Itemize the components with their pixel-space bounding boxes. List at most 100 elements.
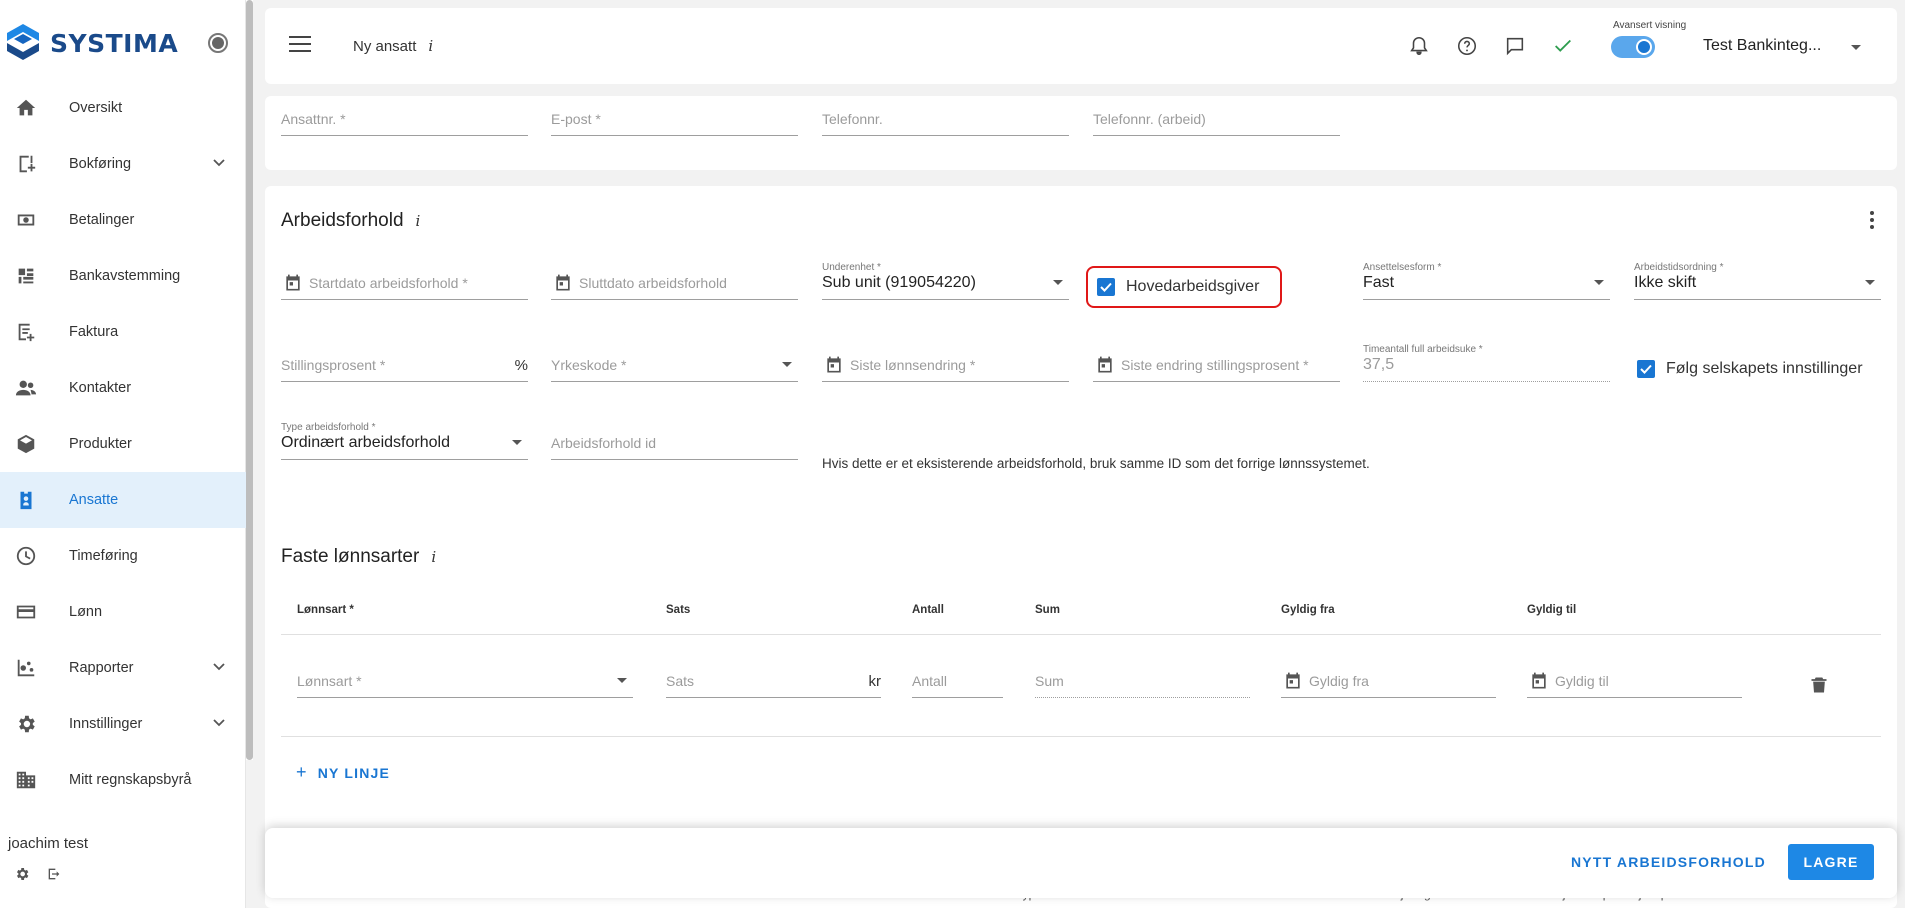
field-placeholder: Sats: [666, 673, 695, 689]
employment-form-select[interactable]: Ansettelsesform * Fast: [1363, 262, 1610, 300]
employee-badge-icon: [14, 488, 38, 512]
field-placeholder: Gyldig til: [1555, 673, 1609, 689]
sidebar-item-rapporter[interactable]: Rapporter: [0, 640, 246, 696]
field-label: Type arbeidsforhold *: [281, 422, 376, 433]
end-date-field[interactable]: Sluttdato arbeidsforhold: [551, 266, 798, 300]
valid-to-field[interactable]: Gyldig til: [1527, 664, 1742, 698]
field-value: Sub unit (919054220): [822, 274, 976, 291]
sidebar-item-lonn[interactable]: Lønn: [0, 584, 246, 640]
office-building-icon: [14, 768, 38, 792]
gear-icon[interactable]: [14, 866, 30, 882]
help-icon[interactable]: [1455, 34, 1479, 58]
sidebar-item-oversikt[interactable]: Oversikt: [0, 80, 246, 136]
sidebar-item-label: Innstillinger: [69, 716, 143, 732]
sidebar-item-innstillinger[interactable]: Innstillinger: [0, 696, 246, 752]
work-time-arrangement-select[interactable]: Arbeidstidsordning * Ikke skift: [1634, 262, 1881, 300]
employee-number-field[interactable]: Ansattnr. *: [281, 102, 528, 136]
new-employment-button[interactable]: NYTT ARBEIDSFORHOLD: [1571, 854, 1766, 870]
sidebar-item-label: Rapporter: [69, 660, 134, 676]
caret-down-icon: [617, 678, 627, 683]
advanced-view-label: Avansert visning: [1613, 20, 1687, 31]
section-title-text: Arbeidsforhold: [281, 210, 404, 231]
column-header-valid-to: Gyldig til: [1527, 604, 1577, 616]
employment-type-select[interactable]: Type arbeidsforhold * Ordinært arbeidsfo…: [281, 422, 528, 460]
sidebar-item-mitt-regnskapsbyra[interactable]: Mitt regnskapsbyrå: [0, 752, 246, 808]
sidebar-item-kontakter[interactable]: Kontakter: [0, 360, 246, 416]
info-icon[interactable]: i: [428, 37, 433, 55]
save-button[interactable]: LAGRE: [1788, 844, 1874, 880]
sidebar-item-label: Kontakter: [69, 380, 132, 396]
sidebar-item-label: Timeføring: [69, 548, 138, 564]
chevron-down-icon: [213, 663, 225, 671]
add-line-button[interactable]: + NY LINJE: [296, 762, 390, 783]
field-placeholder: Sum: [1035, 673, 1064, 689]
checkmark-icon[interactable]: [1551, 34, 1575, 58]
quantity-field[interactable]: Antall: [912, 664, 1003, 698]
chat-icon[interactable]: [1503, 34, 1527, 58]
top-bar: Ny ansatt i Avansert visning Test Bankint…: [265, 8, 1897, 84]
position-percent-field[interactable]: Stillingsprosent * %: [281, 348, 528, 382]
company-selector[interactable]: Test Bankinteg...: [1703, 37, 1821, 55]
field-placeholder: Gyldig fra: [1309, 673, 1369, 689]
email-field[interactable]: E-post *: [551, 102, 798, 136]
sidebar-item-bokforing[interactable]: Bokføring: [0, 136, 246, 192]
field-placeholder: Siste endring stillingsprosent *: [1121, 357, 1309, 373]
occupation-code-select[interactable]: Yrkeskode *: [551, 348, 798, 382]
card-icon: [14, 600, 38, 624]
field-value: 37,5: [1363, 356, 1395, 373]
sidebar-item-label: Bokføring: [69, 156, 132, 172]
caret-down-icon: [512, 440, 522, 445]
field-placeholder: Stillingsprosent *: [281, 357, 386, 373]
last-position-change-field[interactable]: Siste endring stillingsprosent *: [1093, 348, 1340, 382]
info-icon[interactable]: i: [431, 548, 436, 566]
field-placeholder: Lønnsart *: [297, 673, 362, 689]
bank-reconcile-icon: [14, 264, 38, 288]
employment-card: Arbeidsforhold i Startdato arbeidsforhold…: [265, 186, 1897, 908]
currency-suffix: kr: [868, 673, 882, 690]
products-icon: [14, 432, 38, 456]
table-divider: [281, 634, 1881, 635]
status-indicator-icon[interactable]: [208, 33, 228, 53]
main-employer-checkbox[interactable]: [1097, 278, 1115, 296]
user-name: joachim test: [8, 835, 89, 852]
last-salary-change-field[interactable]: Siste lønnsendring *: [822, 348, 1069, 382]
sidebar-item-produkter[interactable]: Produkter: [0, 416, 246, 472]
rate-field[interactable]: Sats kr: [666, 664, 881, 698]
wage-type-select[interactable]: Lønnsart *: [297, 664, 633, 698]
section-title-text: Faste lønnsarter: [281, 546, 420, 567]
plus-icon: +: [296, 762, 308, 782]
field-label: Underenhet *: [822, 262, 881, 273]
sidebar-item-faktura[interactable]: Faktura: [0, 304, 246, 360]
column-header-quantity: Antall: [912, 604, 944, 616]
sidebar-item-ansatte[interactable]: Ansatte: [0, 472, 246, 528]
field-value: Ordinært arbeidsforhold: [281, 434, 450, 451]
sidebar-item-label: Bankavstemming: [69, 268, 181, 284]
sidebar-item-bankavstemming[interactable]: Bankavstemming: [0, 248, 246, 304]
valid-from-field[interactable]: Gyldig fra: [1281, 664, 1496, 698]
phone-field[interactable]: Telefonnr.: [822, 102, 1069, 136]
chevron-down-icon: [213, 719, 225, 727]
start-date-field[interactable]: Startdato arbeidsforhold *: [281, 266, 528, 300]
menu-icon[interactable]: [289, 36, 311, 56]
brand[interactable]: SYSTIMA: [4, 20, 178, 66]
calendar-icon: [824, 355, 844, 375]
trash-icon[interactable]: [1809, 674, 1829, 696]
info-icon[interactable]: i: [416, 212, 421, 230]
sidebar-item-timeforing[interactable]: Timeføring: [0, 528, 246, 584]
sidebar-item-label: Mitt regnskapsbyrå: [69, 772, 192, 788]
follow-company-settings-checkbox[interactable]: [1637, 360, 1655, 378]
brand-name: SYSTIMA: [50, 28, 179, 58]
employment-id-field[interactable]: Arbeidsforhold id: [551, 426, 798, 460]
advanced-view-toggle[interactable]: [1611, 36, 1655, 58]
logout-icon[interactable]: [46, 866, 62, 882]
sidebar-item-betalinger[interactable]: Betalinger: [0, 192, 246, 248]
caret-down-icon[interactable]: [1851, 45, 1861, 50]
work-phone-field[interactable]: Telefonnr. (arbeid): [1093, 102, 1340, 136]
action-bar: NYTT ARBEIDSFORHOLD LAGRE: [265, 828, 1897, 898]
sidebar-scrollbar[interactable]: [246, 0, 253, 760]
contacts-icon: [14, 376, 38, 400]
sub-unit-select[interactable]: Underenhet * Sub unit (919054220): [822, 262, 1069, 300]
bell-icon[interactable]: [1407, 34, 1431, 58]
user-tools: [14, 866, 62, 882]
more-options-icon[interactable]: [1862, 208, 1882, 232]
